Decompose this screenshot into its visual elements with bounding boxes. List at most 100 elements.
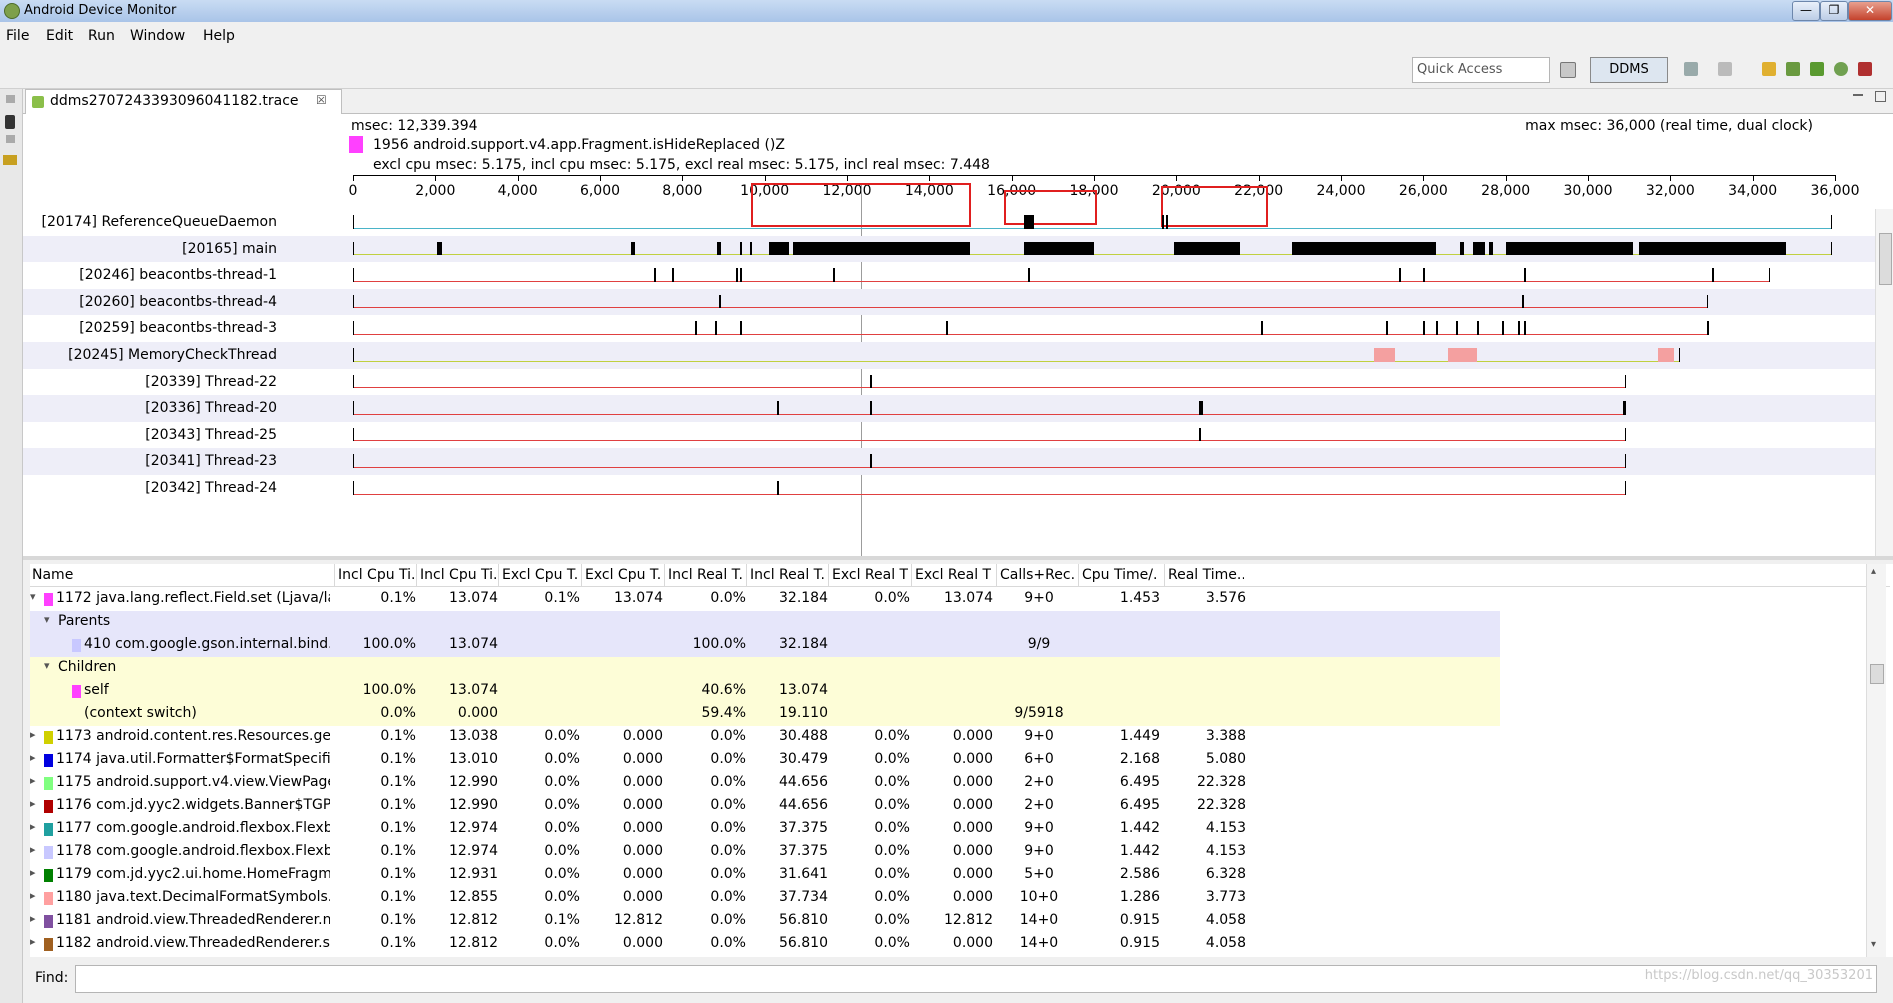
expand-toggle-icon[interactable]: ▾ bbox=[44, 613, 50, 626]
table-row[interactable]: ▸ 1178 com.google.android.flexbox.Flexbox… bbox=[30, 841, 1500, 864]
table-row[interactable]: ▸ 1175 android.support.v4.view.ViewPager.… bbox=[30, 772, 1500, 795]
close-button[interactable]: ✕ bbox=[1848, 1, 1892, 21]
table-row[interactable]: ▾ Parents bbox=[30, 611, 1500, 634]
maximize-button[interactable]: ❐ bbox=[1820, 1, 1848, 21]
method-call-block[interactable] bbox=[1166, 215, 1169, 229]
method-call-block[interactable] bbox=[739, 268, 742, 282]
thread-row[interactable]: [20339] Thread-22 bbox=[23, 369, 1875, 396]
thread-row[interactable]: [20260] beacontbs-thread-4 bbox=[23, 288, 1875, 316]
restore-icon[interactable] bbox=[6, 135, 15, 143]
stop-process-icon[interactable] bbox=[1858, 62, 1872, 76]
panel-splitter[interactable] bbox=[23, 556, 1893, 560]
method-profiling-icon[interactable] bbox=[1834, 62, 1848, 76]
menu-run[interactable]: Run bbox=[88, 28, 115, 44]
expand-toggle-icon[interactable]: ▾ bbox=[30, 590, 36, 603]
method-call-block[interactable] bbox=[694, 321, 697, 335]
method-call-block[interactable] bbox=[777, 481, 780, 495]
expand-toggle-icon[interactable]: ▸ bbox=[30, 728, 36, 741]
method-call-block[interactable] bbox=[715, 321, 718, 335]
minimize-view-icon[interactable] bbox=[1853, 94, 1863, 96]
column-header[interactable]: Name bbox=[32, 567, 322, 583]
thread-row[interactable]: [20245] MemoryCheckThread bbox=[23, 342, 1875, 369]
method-call-block[interactable] bbox=[1711, 268, 1714, 282]
method-call-block[interactable] bbox=[1024, 215, 1035, 229]
dump-hprof-icon[interactable] bbox=[1762, 62, 1776, 76]
method-call-block[interactable] bbox=[1373, 348, 1395, 362]
expand-toggle-icon[interactable]: ▸ bbox=[30, 751, 36, 764]
column-header[interactable]: Incl Cpu Ti... bbox=[420, 567, 496, 583]
method-call-block[interactable] bbox=[777, 401, 780, 415]
scrollbar-thumb[interactable] bbox=[1870, 664, 1884, 684]
column-separator[interactable] bbox=[746, 564, 747, 586]
expand-toggle-icon[interactable]: ▸ bbox=[30, 889, 36, 902]
column-header[interactable]: Real Time... bbox=[1168, 567, 1244, 583]
method-call-block[interactable] bbox=[793, 241, 971, 256]
tab-trace-file[interactable]: ddms2707243393096041182.trace ☒ bbox=[25, 89, 342, 114]
timeline-scrollbar[interactable] bbox=[1875, 209, 1893, 556]
column-header[interactable]: Cpu Time/... bbox=[1082, 567, 1158, 583]
column-separator[interactable] bbox=[498, 564, 499, 586]
quick-access-input[interactable]: Quick Access bbox=[1412, 57, 1550, 83]
update-heap-icon[interactable] bbox=[1718, 62, 1732, 76]
maximize-view-icon[interactable] bbox=[1875, 91, 1886, 102]
method-call-block[interactable] bbox=[739, 241, 742, 256]
column-separator[interactable] bbox=[581, 564, 582, 586]
method-call-block[interactable] bbox=[653, 268, 656, 282]
column-header[interactable]: Excl Cpu T... bbox=[502, 567, 578, 583]
method-call-block[interactable] bbox=[1489, 241, 1494, 256]
column-separator[interactable] bbox=[996, 564, 997, 586]
column-separator[interactable] bbox=[1078, 564, 1079, 586]
tab-close-icon[interactable]: ☒ bbox=[316, 93, 327, 107]
method-call-block[interactable] bbox=[1386, 321, 1389, 335]
expand-toggle-icon[interactable]: ▸ bbox=[30, 935, 36, 948]
method-call-block[interactable] bbox=[739, 321, 742, 335]
column-header[interactable]: Incl Cpu Ti... bbox=[338, 567, 414, 583]
method-call-block[interactable] bbox=[832, 268, 835, 282]
method-call-block[interactable] bbox=[1460, 241, 1465, 256]
method-call-block[interactable] bbox=[1423, 321, 1426, 335]
gc-icon[interactable] bbox=[1786, 62, 1800, 76]
column-separator[interactable] bbox=[664, 564, 665, 586]
table-scrollbar[interactable]: ▴ ▾ bbox=[1866, 564, 1886, 957]
expand-toggle-icon[interactable]: ▸ bbox=[30, 774, 36, 787]
method-call-block[interactable] bbox=[768, 241, 790, 256]
method-call-block[interactable] bbox=[717, 241, 722, 256]
table-row[interactable]: ▸ 1173 android.content.res.Resources.getA… bbox=[30, 726, 1500, 749]
method-call-block[interactable] bbox=[1524, 268, 1527, 282]
method-call-block[interactable] bbox=[1398, 268, 1401, 282]
column-separator[interactable] bbox=[416, 564, 417, 586]
method-call-block[interactable] bbox=[1456, 321, 1459, 335]
method-call-block[interactable] bbox=[1448, 348, 1477, 362]
method-call-block[interactable] bbox=[1707, 321, 1710, 335]
method-call-block[interactable] bbox=[735, 268, 738, 282]
logcat-view-icon[interactable] bbox=[3, 155, 17, 165]
method-call-block[interactable] bbox=[869, 374, 872, 389]
table-row[interactable]: ▸ 1174 java.util.Formatter$FormatSpecifie… bbox=[30, 749, 1500, 772]
method-call-block[interactable] bbox=[945, 321, 948, 335]
thread-row[interactable]: [20246] beacontbs-thread-1 bbox=[23, 262, 1875, 289]
method-call-block[interactable] bbox=[1505, 241, 1634, 256]
method-call-block[interactable] bbox=[1524, 321, 1527, 335]
method-call-block[interactable] bbox=[1639, 241, 1786, 256]
method-call-block[interactable] bbox=[1028, 268, 1031, 282]
menu-window[interactable]: Window bbox=[130, 28, 185, 44]
threads-icon[interactable] bbox=[1810, 62, 1824, 76]
method-call-block[interactable] bbox=[1260, 321, 1263, 335]
table-row[interactable]: ▸ 1182 android.view.ThreadedRenderer.setS… bbox=[30, 933, 1500, 956]
method-call-block[interactable] bbox=[1657, 348, 1675, 362]
table-row[interactable]: 410 com.google.gson.internal.bind.Refle 1… bbox=[30, 634, 1500, 657]
method-call-block[interactable] bbox=[1198, 401, 1204, 415]
expand-toggle-icon[interactable]: ▸ bbox=[30, 820, 36, 833]
thread-row[interactable]: [20343] Thread-25 bbox=[23, 422, 1875, 449]
table-row[interactable]: ▸ 1181 android.view.ThreadedRenderer.nSet… bbox=[30, 910, 1500, 933]
table-row[interactable]: ▾ 1172 java.lang.reflect.Field.set (Ljava… bbox=[30, 588, 1500, 611]
method-call-block[interactable] bbox=[869, 454, 872, 468]
table-row[interactable]: (context switch) 0.0% 0.000 59.4% 19.110 9/59… bbox=[30, 703, 1500, 726]
thread-row[interactable]: [20174] ReferenceQueueDaemon bbox=[23, 209, 1875, 236]
method-call-block[interactable] bbox=[1501, 321, 1504, 335]
method-call-block[interactable] bbox=[1476, 321, 1479, 335]
expand-toggle-icon[interactable]: ▸ bbox=[30, 797, 36, 810]
column-separator[interactable] bbox=[828, 564, 829, 586]
method-call-block[interactable] bbox=[869, 401, 872, 415]
column-header[interactable]: Excl Cpu T... bbox=[585, 567, 661, 583]
